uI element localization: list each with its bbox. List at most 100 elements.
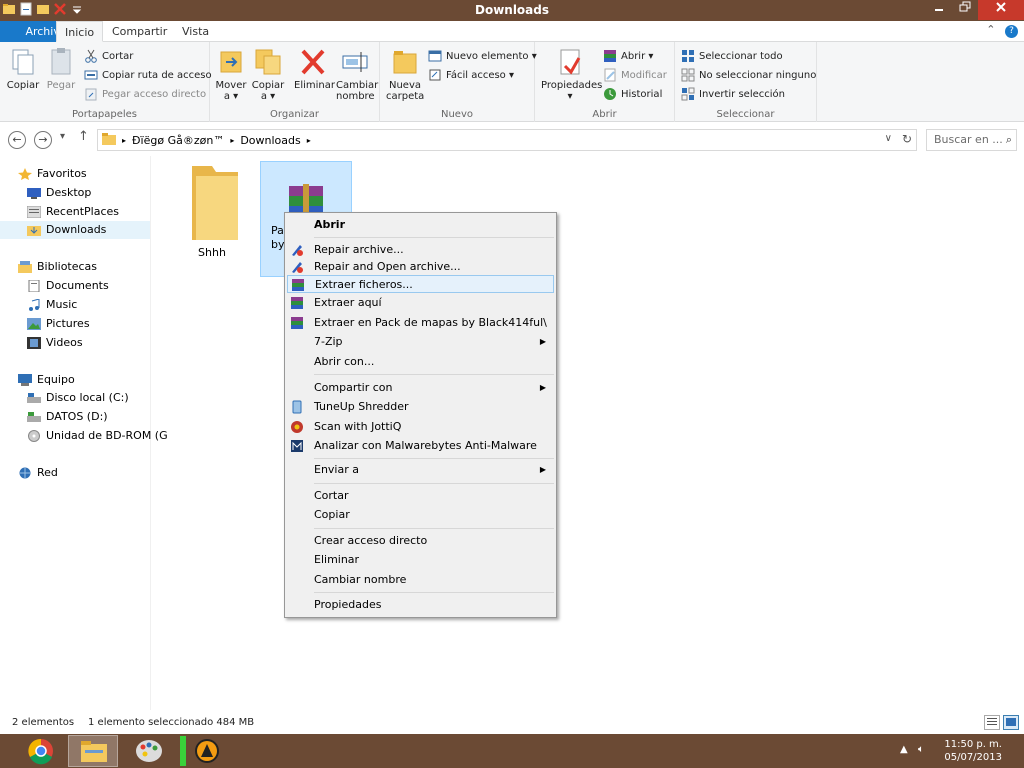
history-icon	[603, 87, 617, 101]
menu-open-with[interactable]: Abrir con...	[287, 353, 554, 371]
menu-rename[interactable]: Cambiar nombre	[287, 571, 554, 589]
help-controls[interactable]: ⌃ ?	[986, 23, 1018, 38]
nav-favorites[interactable]: Favoritos	[18, 165, 87, 183]
new-item-button[interactable]: Nuevo elemento ▾	[428, 47, 537, 65]
close-button[interactable]	[978, 0, 1024, 20]
address-dropdown-icon[interactable]: ∨	[885, 133, 892, 144]
restore-button[interactable]	[952, 0, 978, 20]
menu-properties[interactable]: Propiedades	[287, 596, 554, 614]
up-button[interactable]: ↑	[78, 129, 89, 144]
properties-button[interactable]: Propiedades ▾	[541, 46, 602, 102]
menu-tuneup-shredder[interactable]: TuneUp Shredder	[287, 398, 554, 416]
taskbar-clock[interactable]: 11:50 p. m. 05/07/2013	[944, 738, 1002, 764]
large-icons-view-button[interactable]	[1003, 715, 1019, 730]
copy-path-button[interactable]: Copiar ruta de acceso	[84, 66, 212, 84]
tab-share[interactable]: Compartir	[104, 21, 175, 42]
nav-music[interactable]: Music	[27, 296, 77, 314]
menu-open[interactable]: Abrir	[287, 216, 554, 234]
menu-label: Repair archive...	[314, 243, 404, 256]
open-button[interactable]: Abrir ▾	[603, 47, 653, 65]
rename-button[interactable]: Cambiar nombre	[336, 46, 378, 102]
edit-button[interactable]: Modificar	[603, 66, 667, 84]
new-folder-button[interactable]: Nueva carpeta	[386, 46, 424, 102]
taskbar-chrome[interactable]	[16, 735, 66, 767]
forward-button[interactable]: →	[34, 131, 52, 149]
nav-label: Disco local (C:)	[46, 391, 129, 404]
menu-repair-and-open[interactable]: Repair and Open archive...	[287, 258, 554, 276]
folder-item-shhh[interactable]: Shhh	[166, 162, 258, 272]
rename-label-2: nombre	[336, 91, 375, 102]
menu-share-with[interactable]: Compartir con ▶	[287, 379, 554, 397]
nav-local-disk-c[interactable]: Disco local (C:)	[27, 389, 129, 407]
breadcrumb-separator-icon[interactable]: ▸	[230, 136, 234, 145]
clock-date: 05/07/2013	[944, 752, 1002, 763]
copy-button[interactable]: Copiar	[4, 46, 42, 91]
open-group: Propiedades ▾ Abrir ▾ Modificar Historia…	[535, 42, 675, 122]
nav-datos-d[interactable]: DATOS (D:)	[27, 408, 108, 426]
nav-videos[interactable]: Videos	[27, 334, 83, 352]
menu-repair-archive[interactable]: Repair archive...	[287, 241, 554, 259]
nav-documents[interactable]: Documents	[27, 277, 109, 295]
nav-bd-rom[interactable]: Unidad de BD-ROM (G	[27, 427, 168, 445]
paste-shortcut-icon	[84, 87, 98, 101]
search-input[interactable]: Buscar en ... ⌕	[926, 129, 1017, 151]
breadcrumb-user[interactable]: Ðïëgø Gå®zøn™	[132, 134, 224, 147]
pictures-icon	[27, 318, 41, 330]
menu-malwarebytes[interactable]: Analizar con Malwarebytes Anti-Malware	[287, 437, 554, 455]
copy-icon	[8, 46, 38, 78]
taskbar-paint[interactable]	[124, 735, 174, 767]
menu-extract-files[interactable]: Extraer ficheros...	[287, 275, 554, 293]
menu-create-shortcut[interactable]: Crear acceso directo	[287, 532, 554, 550]
taskbar-aimp[interactable]	[182, 735, 232, 767]
volume-icon[interactable]: 🔈︎	[918, 744, 924, 755]
menu-7zip[interactable]: 7-Zip ▶	[287, 333, 554, 351]
menu-send-to[interactable]: Enviar a ▶	[287, 461, 554, 479]
menu-delete[interactable]: Eliminar	[287, 551, 554, 569]
cut-button[interactable]: Cortar	[84, 47, 133, 65]
breadcrumb-downloads[interactable]: Downloads	[240, 134, 300, 147]
tab-home[interactable]: Inicio	[56, 21, 104, 42]
nav-computer[interactable]: Equipo	[18, 371, 75, 389]
tab-view[interactable]: Vista	[174, 21, 217, 42]
breadcrumb-separator-icon[interactable]: ▸	[122, 136, 126, 145]
hard-drive-icon	[27, 392, 41, 404]
details-view-button[interactable]	[984, 715, 1000, 730]
nav-recent-places[interactable]: RecentPlaces	[26, 203, 119, 221]
taskbar-file-explorer[interactable]	[68, 735, 118, 767]
move-to-button[interactable]: Mover a ▾	[212, 46, 250, 102]
nav-downloads[interactable]: Downloads	[0, 221, 150, 239]
select-group: Seleccionar todo No seleccionar ninguno …	[675, 42, 817, 122]
select-all-button[interactable]: Seleccionar todo	[681, 47, 783, 65]
back-button[interactable]: ←	[8, 131, 26, 149]
minimize-button[interactable]	[926, 0, 952, 20]
help-icon[interactable]: ?	[1005, 25, 1018, 38]
history-button[interactable]: Historial	[603, 85, 662, 103]
paste-shortcut-button[interactable]: Pegar acceso directo	[84, 85, 206, 103]
edit-label: Modificar	[621, 69, 667, 81]
tray-expand-icon[interactable]: ▲	[900, 744, 908, 755]
nav-libraries[interactable]: Bibliotecas	[18, 258, 97, 276]
select-none-button[interactable]: No seleccionar ninguno	[681, 66, 816, 84]
menu-extract-here[interactable]: Extraer aquí	[287, 294, 554, 312]
invert-selection-button[interactable]: Invertir selección	[681, 85, 785, 103]
breadcrumb-separator-icon[interactable]: ▸	[307, 136, 311, 145]
collapse-ribbon-icon[interactable]: ⌃	[986, 23, 995, 36]
menu-extract-to-folder[interactable]: Extraer en Pack de mapas by Black414ful\	[287, 314, 554, 332]
menu-separator	[314, 374, 554, 375]
refresh-icon[interactable]: ↻	[902, 132, 912, 146]
nav-pictures[interactable]: Pictures	[27, 315, 90, 333]
menu-cut[interactable]: Cortar	[287, 487, 554, 505]
nav-network[interactable]: Red	[18, 464, 58, 482]
menu-copy[interactable]: Copiar	[287, 506, 554, 524]
delete-button[interactable]: Eliminar	[294, 46, 335, 91]
nav-desktop[interactable]: Desktop	[27, 184, 91, 202]
address-bar[interactable]: ▸ Ðïëgø Gå®zøn™ ▸ Downloads ▸ ∨ ↻	[97, 129, 917, 151]
copy-to-button[interactable]: Copiar a ▾	[249, 46, 287, 102]
menu-separator	[314, 237, 554, 238]
menu-separator	[314, 592, 554, 593]
recent-locations-button[interactable]: ▾	[60, 131, 65, 142]
menu-scan-jottiq[interactable]: Scan with JottiQ	[287, 418, 554, 436]
paste-button[interactable]: Pegar	[42, 46, 80, 91]
easy-access-button[interactable]: Fácil acceso ▾	[428, 66, 514, 84]
nav-label: Favoritos	[37, 167, 87, 180]
